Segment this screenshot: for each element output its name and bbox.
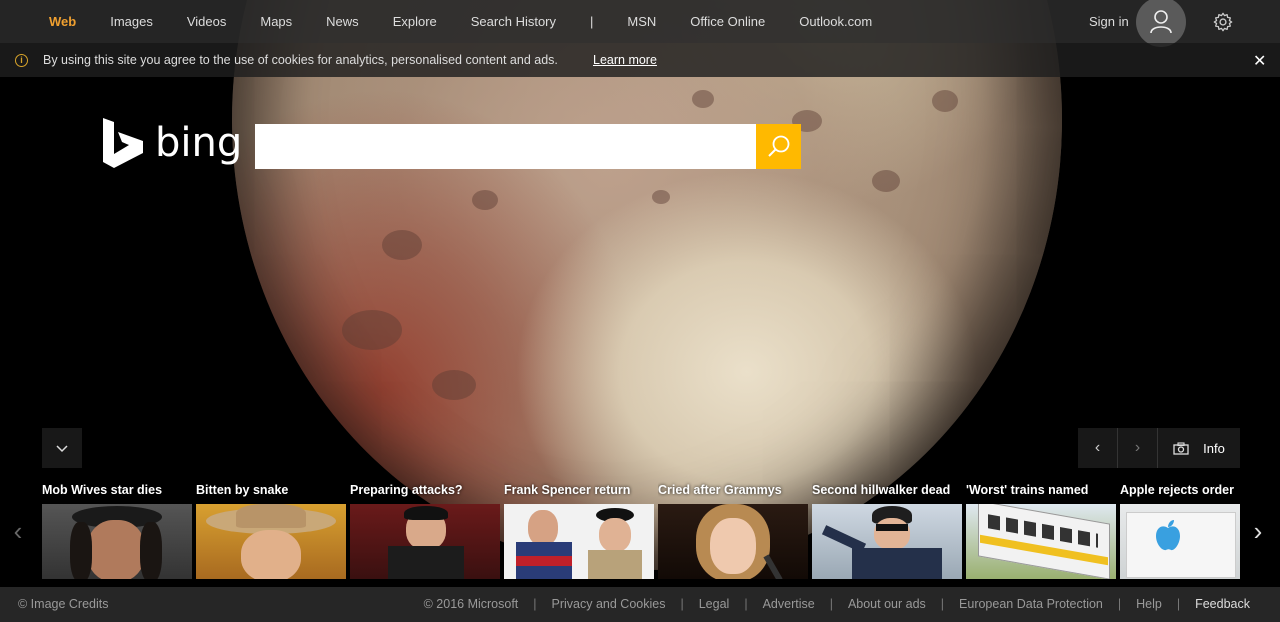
footer-feedback-link[interactable]: Feedback: [1195, 597, 1250, 611]
news-title: 'Worst' trains named: [966, 483, 1089, 497]
info-label: Info: [1203, 440, 1225, 456]
apple-logo-icon: [1156, 520, 1180, 551]
search-input[interactable]: [255, 124, 756, 169]
footer-links: © 2016 Microsoft | Privacy and Cookies |…: [423, 597, 1250, 611]
news-title: Cried after Grammys: [658, 483, 782, 497]
cookie-notice-bar: i By using this site you agree to the us…: [0, 43, 1280, 77]
info-icon: i: [15, 54, 28, 67]
news-item[interactable]: Second hillwalker dead: [812, 477, 962, 580]
news-item[interactable]: Preparing attacks?: [350, 477, 500, 580]
image-controls: ‹ › Info: [1078, 428, 1240, 468]
news-carousel: Mob Wives star dies Bitten by snake Prep…: [0, 477, 1280, 587]
news-title: Bitten by snake: [196, 483, 289, 497]
previous-image-button[interactable]: ‹: [1078, 428, 1118, 468]
user-icon: [1150, 10, 1172, 34]
top-navigation-bar: Web Images Videos Maps News Explore Sear…: [0, 0, 1280, 47]
search-icon: [767, 135, 789, 157]
news-title: Apple rejects order: [1120, 483, 1234, 497]
news-thumbnail-cyclist-and-man-in-beret: [504, 504, 654, 579]
news-title: Frank Spencer return: [504, 483, 631, 497]
search-button[interactable]: [756, 124, 801, 169]
nav-maps[interactable]: Maps: [260, 14, 292, 29]
nav-explore[interactable]: Explore: [393, 14, 437, 29]
scope-nav: Web Images Videos Maps News Explore Sear…: [0, 0, 906, 43]
nav-search-history[interactable]: Search History: [471, 14, 556, 29]
gear-icon[interactable]: [1212, 11, 1234, 33]
nav-videos[interactable]: Videos: [187, 14, 227, 29]
news-item[interactable]: Cried after Grammys: [658, 477, 808, 580]
image-credits-link[interactable]: © Image Credits: [18, 597, 109, 611]
bing-logo-icon: [103, 118, 143, 168]
avatar[interactable]: [1136, 0, 1186, 47]
info-button[interactable]: Info: [1158, 428, 1240, 468]
close-icon[interactable]: ✕: [1253, 51, 1266, 71]
nav-news[interactable]: News: [326, 14, 359, 29]
expand-button[interactable]: [42, 428, 82, 468]
footer-help-link[interactable]: Help: [1136, 597, 1162, 611]
learn-more-link[interactable]: Learn more: [593, 53, 657, 67]
news-item[interactable]: Mob Wives star dies: [42, 477, 192, 580]
news-item[interactable]: Bitten by snake: [196, 477, 346, 580]
bing-wordmark: bing: [155, 120, 243, 166]
news-thumbnail-woman-in-hat: [42, 504, 192, 579]
news-title: Second hillwalker dead: [812, 483, 951, 497]
nav-office-online[interactable]: Office Online: [690, 14, 765, 29]
nav-outlook[interactable]: Outlook.com: [799, 14, 872, 29]
news-thumbnail-leader-at-podium: [350, 504, 500, 579]
nav-msn[interactable]: MSN: [627, 14, 656, 29]
news-item[interactable]: Apple rejects order: [1120, 477, 1240, 580]
nav-web[interactable]: Web: [49, 14, 76, 29]
news-thumbnail-man-in-cowboy-hat: [196, 504, 346, 579]
news-thumbnail-hillwalker-in-beanie: [812, 504, 962, 579]
camera-icon: [1173, 441, 1189, 455]
bing-logo[interactable]: bing: [103, 118, 242, 168]
next-image-button[interactable]: ›: [1118, 428, 1158, 468]
footer-advertise-link[interactable]: Advertise: [763, 597, 815, 611]
sign-in-link[interactable]: Sign in: [1089, 14, 1129, 29]
news-thumbnail-apple-campus-sign: [1120, 504, 1240, 579]
news-title: Mob Wives star dies: [42, 483, 163, 497]
footer-data-protection-link[interactable]: European Data Protection: [959, 597, 1103, 611]
footer-copyright: © 2016 Microsoft: [423, 597, 519, 611]
news-thumbnail-passenger-train: [966, 504, 1116, 579]
nav-separator: |: [590, 14, 594, 29]
news-item[interactable]: Frank Spencer return: [504, 477, 654, 580]
chevron-down-icon: [56, 445, 68, 453]
nav-images[interactable]: Images: [110, 14, 153, 29]
cookie-notice-text: By using this site you agree to the use …: [43, 53, 558, 67]
news-thumbnail-singer-at-microphone: [658, 504, 808, 579]
footer-privacy-link[interactable]: Privacy and Cookies: [552, 597, 666, 611]
news-item[interactable]: 'Worst' trains named: [966, 477, 1116, 580]
footer-legal-link[interactable]: Legal: [699, 597, 730, 611]
news-title: Preparing attacks?: [350, 483, 463, 497]
footer-about-ads-link[interactable]: About our ads: [848, 597, 926, 611]
footer: © Image Credits © 2016 Microsoft | Priva…: [0, 587, 1280, 622]
